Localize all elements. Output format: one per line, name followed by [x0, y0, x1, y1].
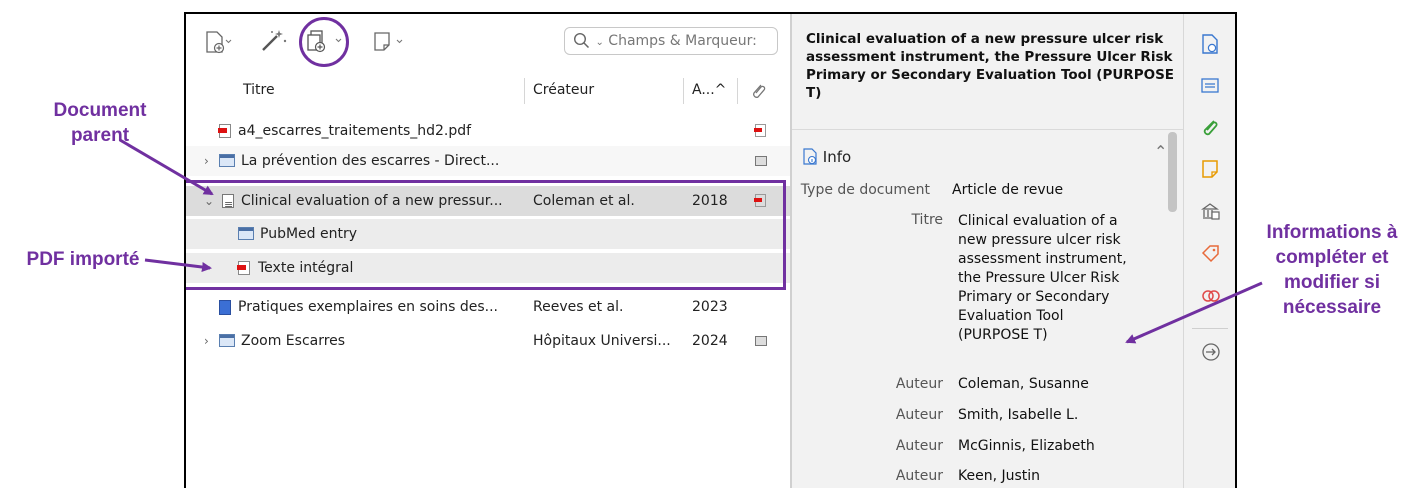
arrow-to-parent-document — [119, 138, 214, 196]
annotation-arrows — [119, 138, 1263, 344]
arrow-to-imported-pdf — [144, 258, 212, 272]
arrow-to-info-fields — [1125, 281, 1263, 344]
